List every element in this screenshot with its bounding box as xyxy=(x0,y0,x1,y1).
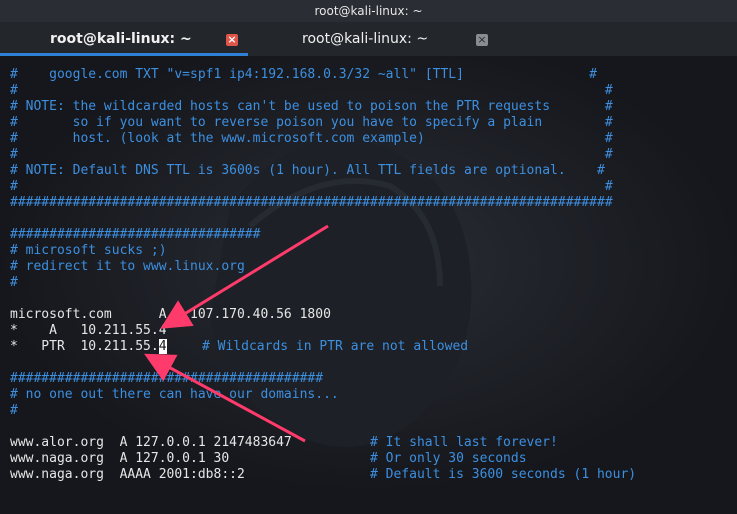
arrow-annotation xyxy=(160,224,329,329)
window-title: root@kali-linux: ~ xyxy=(314,4,423,18)
tab-label: root@kali-linux: ~ xyxy=(302,31,429,47)
tab-terminal-2[interactable]: root@kali-linux: ~ × xyxy=(250,22,498,56)
tab-label: root@kali-linux: ~ xyxy=(50,31,192,47)
close-tab-icon[interactable]: × xyxy=(226,34,238,46)
annotation-arrows xyxy=(144,224,329,443)
arrow-annotation xyxy=(144,353,306,443)
window-title-bar: root@kali-linux: ~ xyxy=(0,0,737,22)
tab-bar: root@kali-linux: ~ × root@kali-linux: ~ … xyxy=(0,22,737,56)
tab-terminal-1[interactable]: root@kali-linux: ~ × xyxy=(0,22,248,56)
close-tab-icon[interactable]: × xyxy=(476,34,488,46)
terminal-area[interactable]: # google.com TXT "v=spf1 ip4:192.168.0.3… xyxy=(0,56,737,514)
